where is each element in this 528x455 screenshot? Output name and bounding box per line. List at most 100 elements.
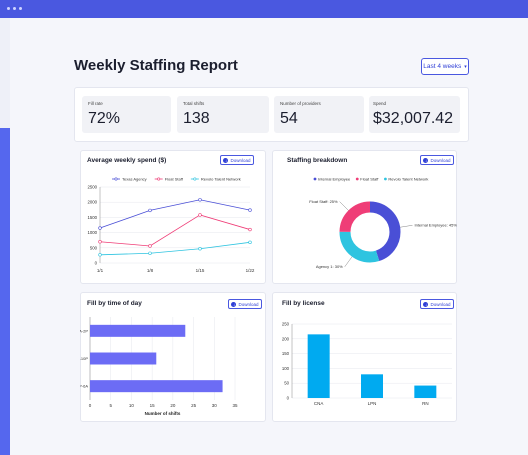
y-tick-label: 50 bbox=[284, 381, 289, 386]
legend-marker bbox=[313, 177, 317, 181]
legend-marker bbox=[157, 177, 161, 181]
y-tick-label: 2P-10P bbox=[80, 356, 88, 361]
series-line bbox=[99, 241, 251, 256]
x-tick-label: RN bbox=[422, 401, 429, 406]
download-button[interactable]: ↓ Download bbox=[220, 155, 254, 165]
data-point bbox=[198, 247, 202, 251]
stat-label: Number of providers bbox=[280, 101, 321, 106]
data-point bbox=[148, 251, 152, 255]
slice-leader bbox=[344, 256, 353, 267]
y-tick-label: 150 bbox=[282, 351, 290, 356]
series-line bbox=[99, 214, 251, 247]
hbar-chart: 0 5 10 15 20 25 30 35 6A-2P 2P-10P 10P-6A Number of… bbox=[80, 317, 238, 416]
x-tick-label: LPN bbox=[368, 401, 377, 406]
download-label: Download bbox=[430, 301, 451, 307]
slice-label: Float Staff: 25% bbox=[309, 199, 338, 204]
x-tick-label: 30 bbox=[212, 403, 218, 408]
y-tick-label: 6A-2P bbox=[80, 328, 88, 333]
download-icon: ↓ bbox=[423, 157, 429, 163]
x-tick-label: CNA bbox=[314, 401, 324, 406]
legend-marker bbox=[384, 177, 387, 181]
x-tick-label: 0 bbox=[89, 403, 92, 408]
download-button[interactable]: ↓ Download bbox=[420, 299, 454, 309]
legend-marker bbox=[114, 177, 118, 181]
download-label: Download bbox=[230, 157, 251, 163]
legend-label: Revolo Talent Network bbox=[201, 177, 241, 182]
x-tick-label: 1/8 bbox=[147, 268, 154, 273]
y-tick-label: 1000 bbox=[87, 230, 97, 235]
bar bbox=[90, 352, 157, 365]
y-tick-label: 10P-6A bbox=[80, 384, 88, 389]
legend-label: Texas Agency bbox=[122, 177, 147, 182]
x-tick-label: 1/15 bbox=[196, 268, 205, 273]
download-icon: ↓ bbox=[423, 301, 429, 307]
data-point bbox=[148, 208, 152, 213]
window-titlebar bbox=[0, 0, 528, 18]
bar bbox=[307, 334, 330, 398]
x-tick-label: 25 bbox=[191, 403, 197, 408]
legend-marker bbox=[193, 177, 197, 181]
legend-marker bbox=[355, 177, 359, 181]
legend-label: Revolo Talent Network bbox=[388, 176, 428, 181]
download-button[interactable]: ↓ Download bbox=[420, 155, 454, 165]
y-tick-label: 100 bbox=[282, 366, 290, 371]
data-point bbox=[248, 240, 252, 245]
y-tick-label: 500 bbox=[90, 245, 98, 250]
window-controls bbox=[7, 7, 22, 10]
stat-label: Fill rate bbox=[88, 101, 103, 106]
date-range-label: Last 4 weeks bbox=[423, 63, 462, 70]
date-range-select[interactable]: Last 4 weeks ▾ bbox=[421, 58, 469, 75]
stat-value: $32,007.42 bbox=[373, 110, 454, 127]
legend-label: Float Staff bbox=[165, 177, 184, 182]
y-tick-label: 1500 bbox=[87, 215, 97, 220]
download-button[interactable]: ↓ Download bbox=[228, 299, 262, 309]
line-chart: Texas Agency Float Staff Revolo Talent Net… bbox=[87, 177, 255, 274]
chevron-down-icon: ▾ bbox=[464, 63, 467, 70]
slice-leader bbox=[400, 225, 413, 228]
window-dot-icon[interactable] bbox=[7, 7, 10, 10]
card-title: Staffing breakdown bbox=[287, 157, 348, 164]
data-point bbox=[98, 240, 102, 244]
y-tick-label: 250 bbox=[282, 322, 290, 327]
card-title: Average weekly spend ($) bbox=[87, 157, 167, 164]
slice-label: Agency 1: 30% bbox=[316, 264, 343, 269]
bar bbox=[361, 374, 383, 398]
y-tick-label: 0 bbox=[287, 396, 290, 401]
y-tick-label: 0 bbox=[95, 261, 98, 266]
page-title: Weekly Staffing Report bbox=[74, 57, 238, 74]
data-point bbox=[198, 213, 202, 217]
x-tick-label: 20 bbox=[170, 403, 176, 408]
card-title: Fill by license bbox=[282, 300, 325, 307]
download-label: Download bbox=[430, 157, 451, 163]
series-line bbox=[99, 199, 251, 229]
data-point bbox=[98, 253, 102, 257]
x-axis-label: Number of shifts bbox=[145, 411, 181, 416]
x-tick-label: 15 bbox=[150, 403, 156, 408]
x-tick-label: 5 bbox=[109, 403, 112, 408]
data-point bbox=[248, 208, 252, 212]
bar bbox=[414, 385, 437, 398]
slice-leader bbox=[339, 201, 349, 211]
x-tick-label: 1/22 bbox=[246, 268, 255, 273]
slice-label: Internal Employee: 45% bbox=[414, 223, 457, 228]
stat-value: 72% bbox=[88, 110, 121, 127]
window-dot-icon[interactable] bbox=[13, 7, 16, 10]
vbar-chart: 0 50 100 150 200 250 CNA LPN RN bbox=[282, 322, 452, 406]
download-icon: ↓ bbox=[231, 301, 237, 307]
legend-label: Internal Employee bbox=[318, 176, 351, 181]
y-tick-label: 2500 bbox=[87, 185, 97, 190]
stat-value: 54 bbox=[280, 110, 298, 127]
stat-value: 138 bbox=[183, 110, 210, 127]
y-tick-label: 200 bbox=[282, 336, 290, 341]
data-point bbox=[198, 198, 202, 202]
donut-chart: Internal Employee Float Staff Revolo Talen… bbox=[309, 176, 457, 269]
y-tick-label: 2000 bbox=[87, 200, 97, 205]
download-label: Download bbox=[238, 301, 259, 307]
window-dot-icon[interactable] bbox=[19, 7, 22, 10]
sidebar bbox=[0, 18, 10, 455]
bar bbox=[90, 380, 223, 393]
bar bbox=[90, 324, 186, 337]
legend-label: Float Staff bbox=[360, 176, 379, 181]
x-tick-label: 1/1 bbox=[97, 268, 104, 273]
download-icon: ↓ bbox=[223, 157, 229, 163]
